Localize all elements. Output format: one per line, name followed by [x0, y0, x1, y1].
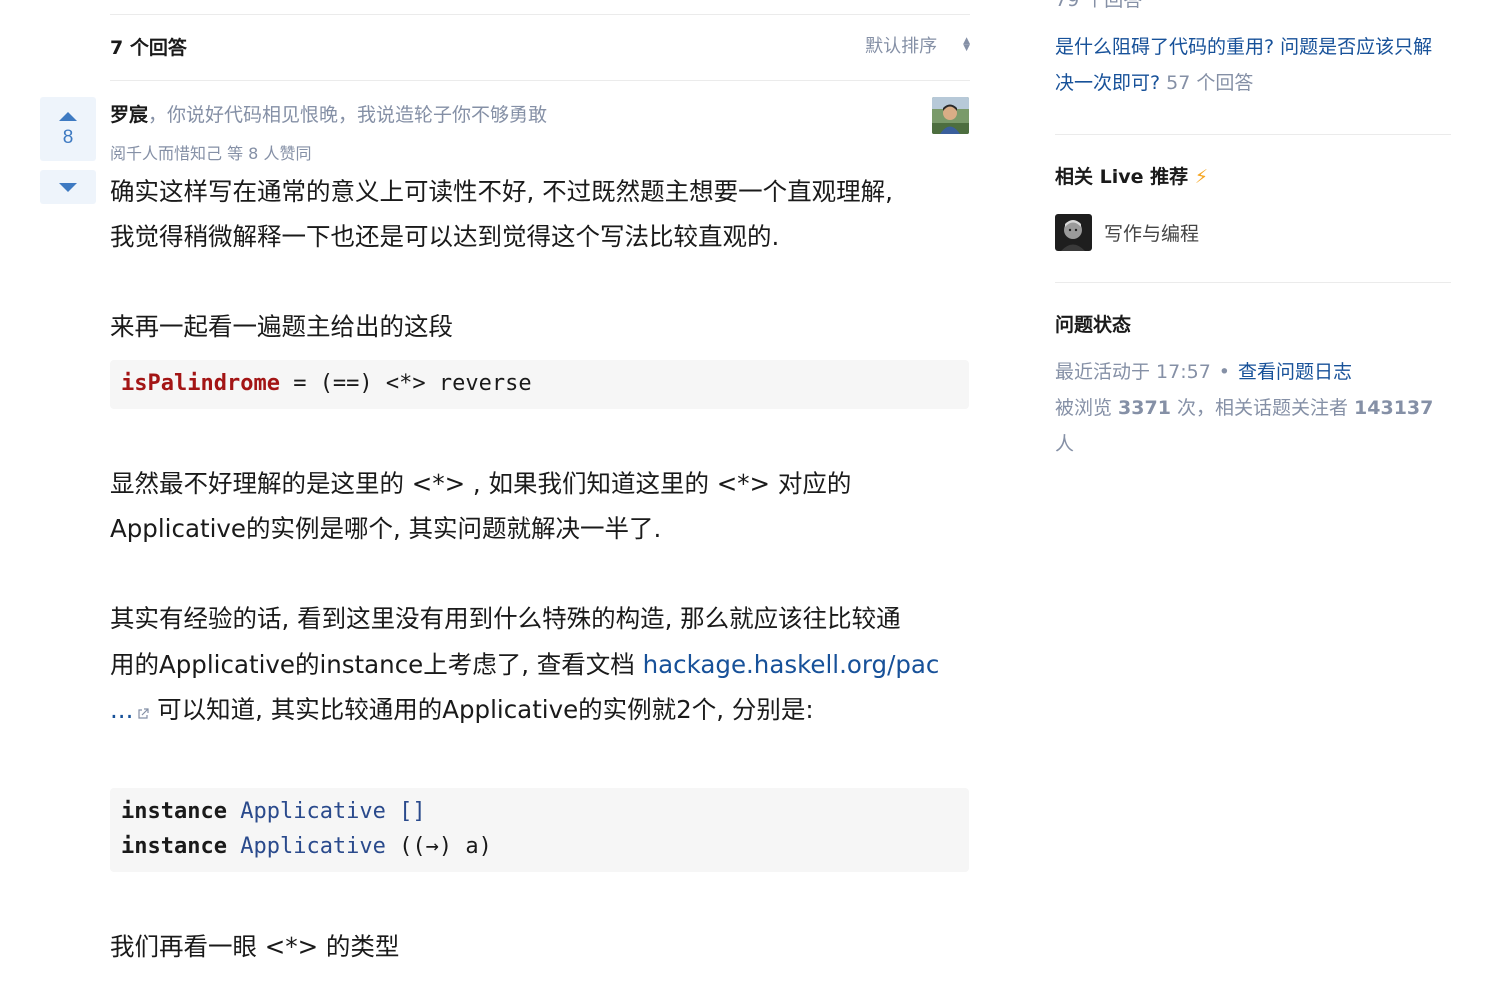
- code-keyword: instance: [121, 834, 227, 859]
- followers-count: 143137: [1354, 397, 1434, 419]
- code-arg: ((→) a): [399, 834, 492, 859]
- live-item-title: 写作与编程: [1104, 223, 1200, 245]
- sidebar-divider-1: [1055, 134, 1451, 135]
- previous-answer-count: 79 个回答: [1055, 0, 1143, 11]
- status-activity: 最近活动于 17:57: [1055, 361, 1211, 383]
- live-avatar: [1055, 214, 1092, 251]
- answers-count: 7 个回答: [110, 37, 187, 59]
- code-expression: = (==) <*> reverse: [279, 371, 532, 396]
- sidebar-divider-2: [1055, 282, 1451, 283]
- vote-count: 8: [62, 127, 74, 148]
- code-block-2: instance Applicative [] instance Applica…: [110, 788, 969, 872]
- paragraph-4-line-2: 用的Applicative的instance上考虑了, 查看文档 hackage…: [110, 642, 939, 687]
- downvote-arrow-icon: [59, 182, 77, 192]
- paragraph-1-line-1: 确实这样写在通常的意义上可读性不好, 不过既然题主想要一个直观理解,: [110, 177, 893, 206]
- external-link-icon: [137, 689, 149, 734]
- author-line: 罗宸，你说好代码相见恨晚，我说造轮子你不够勇敢: [110, 100, 547, 127]
- code-keyword: instance: [121, 799, 227, 824]
- views-middle: 次，相关话题关注者: [1170, 397, 1355, 419]
- followers-unit: 人: [1055, 433, 1075, 455]
- question-log-link[interactable]: 查看问题日志: [1238, 361, 1352, 383]
- code-type: Applicative: [240, 799, 386, 824]
- code-function-name: isPalindrome: [121, 371, 280, 396]
- paragraph-2: 来再一起看一遍题主给出的这段: [110, 312, 453, 341]
- code-block-1: isPalindrome = (==) <*> reverse: [110, 360, 969, 409]
- live-heading-text: 相关 Live 推荐: [1055, 166, 1189, 188]
- sort-button[interactable]: 默认排序 ▲ ▼: [865, 32, 970, 58]
- lightning-icon: ⚡: [1194, 166, 1209, 188]
- views-prefix: 被浏览: [1055, 397, 1119, 419]
- views-count: 3371: [1118, 397, 1171, 419]
- paragraph-1-line-2: 我觉得稍微解释一下也还是可以达到觉得这个写法比较直观的.: [110, 222, 780, 251]
- question-status: 最近活动于 17:57 • 查看问题日志 被浏览 3371 次，相关话题关注者 14…: [1055, 354, 1451, 462]
- paragraph-4-line-3: ... 可以知道, 其实比较通用的Applicative的实例就2个, 分别是:: [110, 687, 814, 734]
- header-divider: [110, 80, 970, 81]
- code-arg: []: [399, 799, 426, 824]
- status-dot: •: [1218, 361, 1231, 383]
- answers-header: 7 个回答 默认排序 ▲ ▼: [110, 30, 970, 62]
- upvote-button[interactable]: 8: [40, 97, 96, 161]
- paragraph-3-line-2: Applicative的实例是哪个, 其实问题就解决一半了.: [110, 514, 662, 543]
- related-question-item: 是什么阻碍了代码的重用? 问题是否应该只解决一次即可? 57 个回答: [1055, 29, 1451, 101]
- sort-arrows-icon: ▲ ▼: [963, 36, 970, 53]
- code-type: Applicative: [240, 834, 386, 859]
- paragraph-4-line-1: 其实有经验的话, 看到这里没有用到什么特殊的构造, 那么就应该往比较通: [110, 604, 901, 633]
- author-avatar[interactable]: [932, 97, 969, 134]
- top-divider: [110, 14, 970, 15]
- paragraph-4-text: 用的Applicative的instance上考虑了, 查看文档: [110, 650, 643, 679]
- hackage-link-continued[interactable]: ...: [110, 695, 133, 724]
- paragraph-4-tail: 可以知道, 其实比较通用的Applicative的实例就2个, 分别是:: [149, 695, 814, 724]
- voters-line[interactable]: 阅千人而惜知己 等 8 人赞同: [110, 140, 311, 164]
- code-line-1: instance Applicative []: [121, 799, 426, 824]
- paragraph-3-line-1: 显然最不好理解的是这里的 <*> , 如果我们知道这里的 <*> 对应的: [110, 469, 852, 498]
- code-line-2: instance Applicative ((→) a): [121, 834, 492, 859]
- paragraph-5: 我们再看一眼 <*> 的类型: [110, 932, 400, 961]
- live-item[interactable]: 写作与编程: [1055, 214, 1199, 251]
- upvote-arrow-icon: [59, 112, 77, 121]
- downvote-button[interactable]: [40, 170, 96, 204]
- page: 7 个回答 默认排序 ▲ ▼ 8 罗宸，你说好代码相见恨晚，我说造轮子你不够勇敢 …: [0, 0, 1500, 999]
- author-bio: 你说好代码相见恨晚，我说造轮子你不够勇敢: [167, 104, 548, 126]
- sort-label: 默认排序: [865, 36, 938, 57]
- status-heading: 问题状态: [1055, 314, 1132, 336]
- code-line: isPalindrome = (==) <*> reverse: [121, 371, 532, 396]
- live-heading: 相关 Live 推荐 ⚡: [1055, 162, 1208, 189]
- author-separator: ，: [148, 104, 168, 126]
- author-name[interactable]: 罗宸: [110, 104, 148, 126]
- related-question-count: 57 个回答: [1166, 72, 1254, 94]
- hackage-link[interactable]: hackage.haskell.org/pac: [643, 650, 940, 679]
